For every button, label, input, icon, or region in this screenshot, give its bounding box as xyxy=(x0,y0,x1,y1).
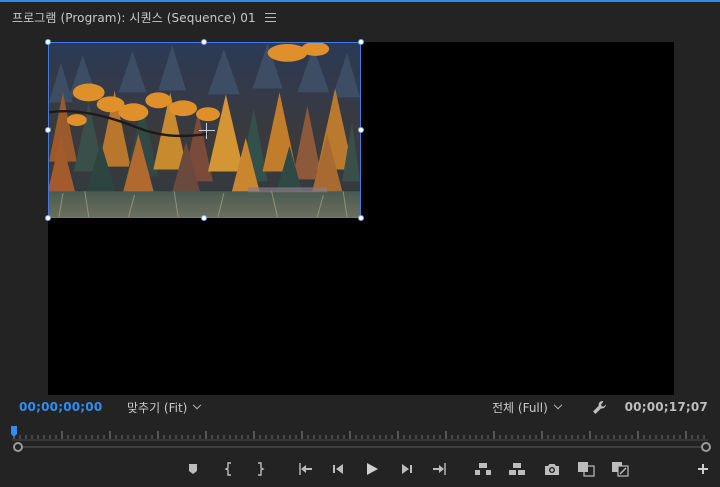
zoom-scrollbar[interactable] xyxy=(13,442,711,452)
program-monitor-panel: 프로그램 (Program): 시퀀스 (Sequence) 01 00;00;… xyxy=(0,0,720,487)
toggle-proxies-icon[interactable] xyxy=(610,459,630,479)
export-frame-icon[interactable] xyxy=(542,459,562,479)
scrollbar-left-handle[interactable] xyxy=(13,442,23,452)
mark-out-icon[interactable] xyxy=(250,459,270,479)
handle-middle-left[interactable] xyxy=(45,127,51,133)
playback-resolution-dropdown[interactable]: 전체 (Full) xyxy=(485,398,568,417)
handle-top-left[interactable] xyxy=(45,39,51,45)
handle-top-center[interactable] xyxy=(201,39,207,45)
hamburger-menu-icon[interactable] xyxy=(264,12,276,22)
panel-title[interactable]: 프로그램 (Program): 시퀀스 (Sequence) 01 xyxy=(12,9,256,26)
panel-header: 프로그램 (Program): 시퀀스 (Sequence) 01 xyxy=(0,4,720,30)
go-to-in-icon[interactable] xyxy=(295,459,315,479)
lift-icon[interactable] xyxy=(473,459,493,479)
comparison-view-icon[interactable] xyxy=(576,459,596,479)
play-icon[interactable] xyxy=(362,459,382,479)
video-frame-forest[interactable] xyxy=(48,42,361,218)
playhead-marker[interactable] xyxy=(11,426,17,438)
button-editor-plus-icon[interactable] xyxy=(693,459,713,479)
handle-bottom-center[interactable] xyxy=(201,215,207,221)
extract-icon[interactable] xyxy=(507,459,527,479)
mark-in-icon[interactable] xyxy=(219,459,239,479)
chevron-down-icon xyxy=(193,400,202,409)
duration-timecode: 00;00;17;07 xyxy=(624,400,708,414)
resolution-label: 전체 (Full) xyxy=(492,401,548,415)
chevron-down-icon xyxy=(553,400,563,409)
time-ruler[interactable] xyxy=(12,429,708,441)
add-marker-icon[interactable] xyxy=(183,459,203,479)
handle-bottom-left[interactable] xyxy=(45,215,51,221)
scrollbar-right-handle[interactable] xyxy=(701,442,711,452)
step-back-icon[interactable] xyxy=(328,459,348,479)
playhead-timecode[interactable]: 00;00;00;00 xyxy=(19,400,102,414)
program-viewer[interactable] xyxy=(45,39,674,395)
monitor-timebar: 00;00;00;00 맞추기 (Fit) 전체 (Full) 00;00;17… xyxy=(0,397,720,419)
zoom-level-dropdown[interactable]: 맞추기 (Fit) xyxy=(120,398,207,417)
step-forward-icon[interactable] xyxy=(397,459,417,479)
anchor-point-icon[interactable] xyxy=(199,123,215,139)
scrollbar-track xyxy=(19,446,705,448)
handle-bottom-right[interactable] xyxy=(358,215,364,221)
wrench-settings-icon[interactable] xyxy=(590,399,608,417)
zoom-level-label: 맞추기 (Fit) xyxy=(127,401,188,415)
go-to-out-icon[interactable] xyxy=(430,459,450,479)
handle-top-right[interactable] xyxy=(358,39,364,45)
transport-controls xyxy=(0,459,720,481)
handle-middle-right[interactable] xyxy=(358,127,364,133)
